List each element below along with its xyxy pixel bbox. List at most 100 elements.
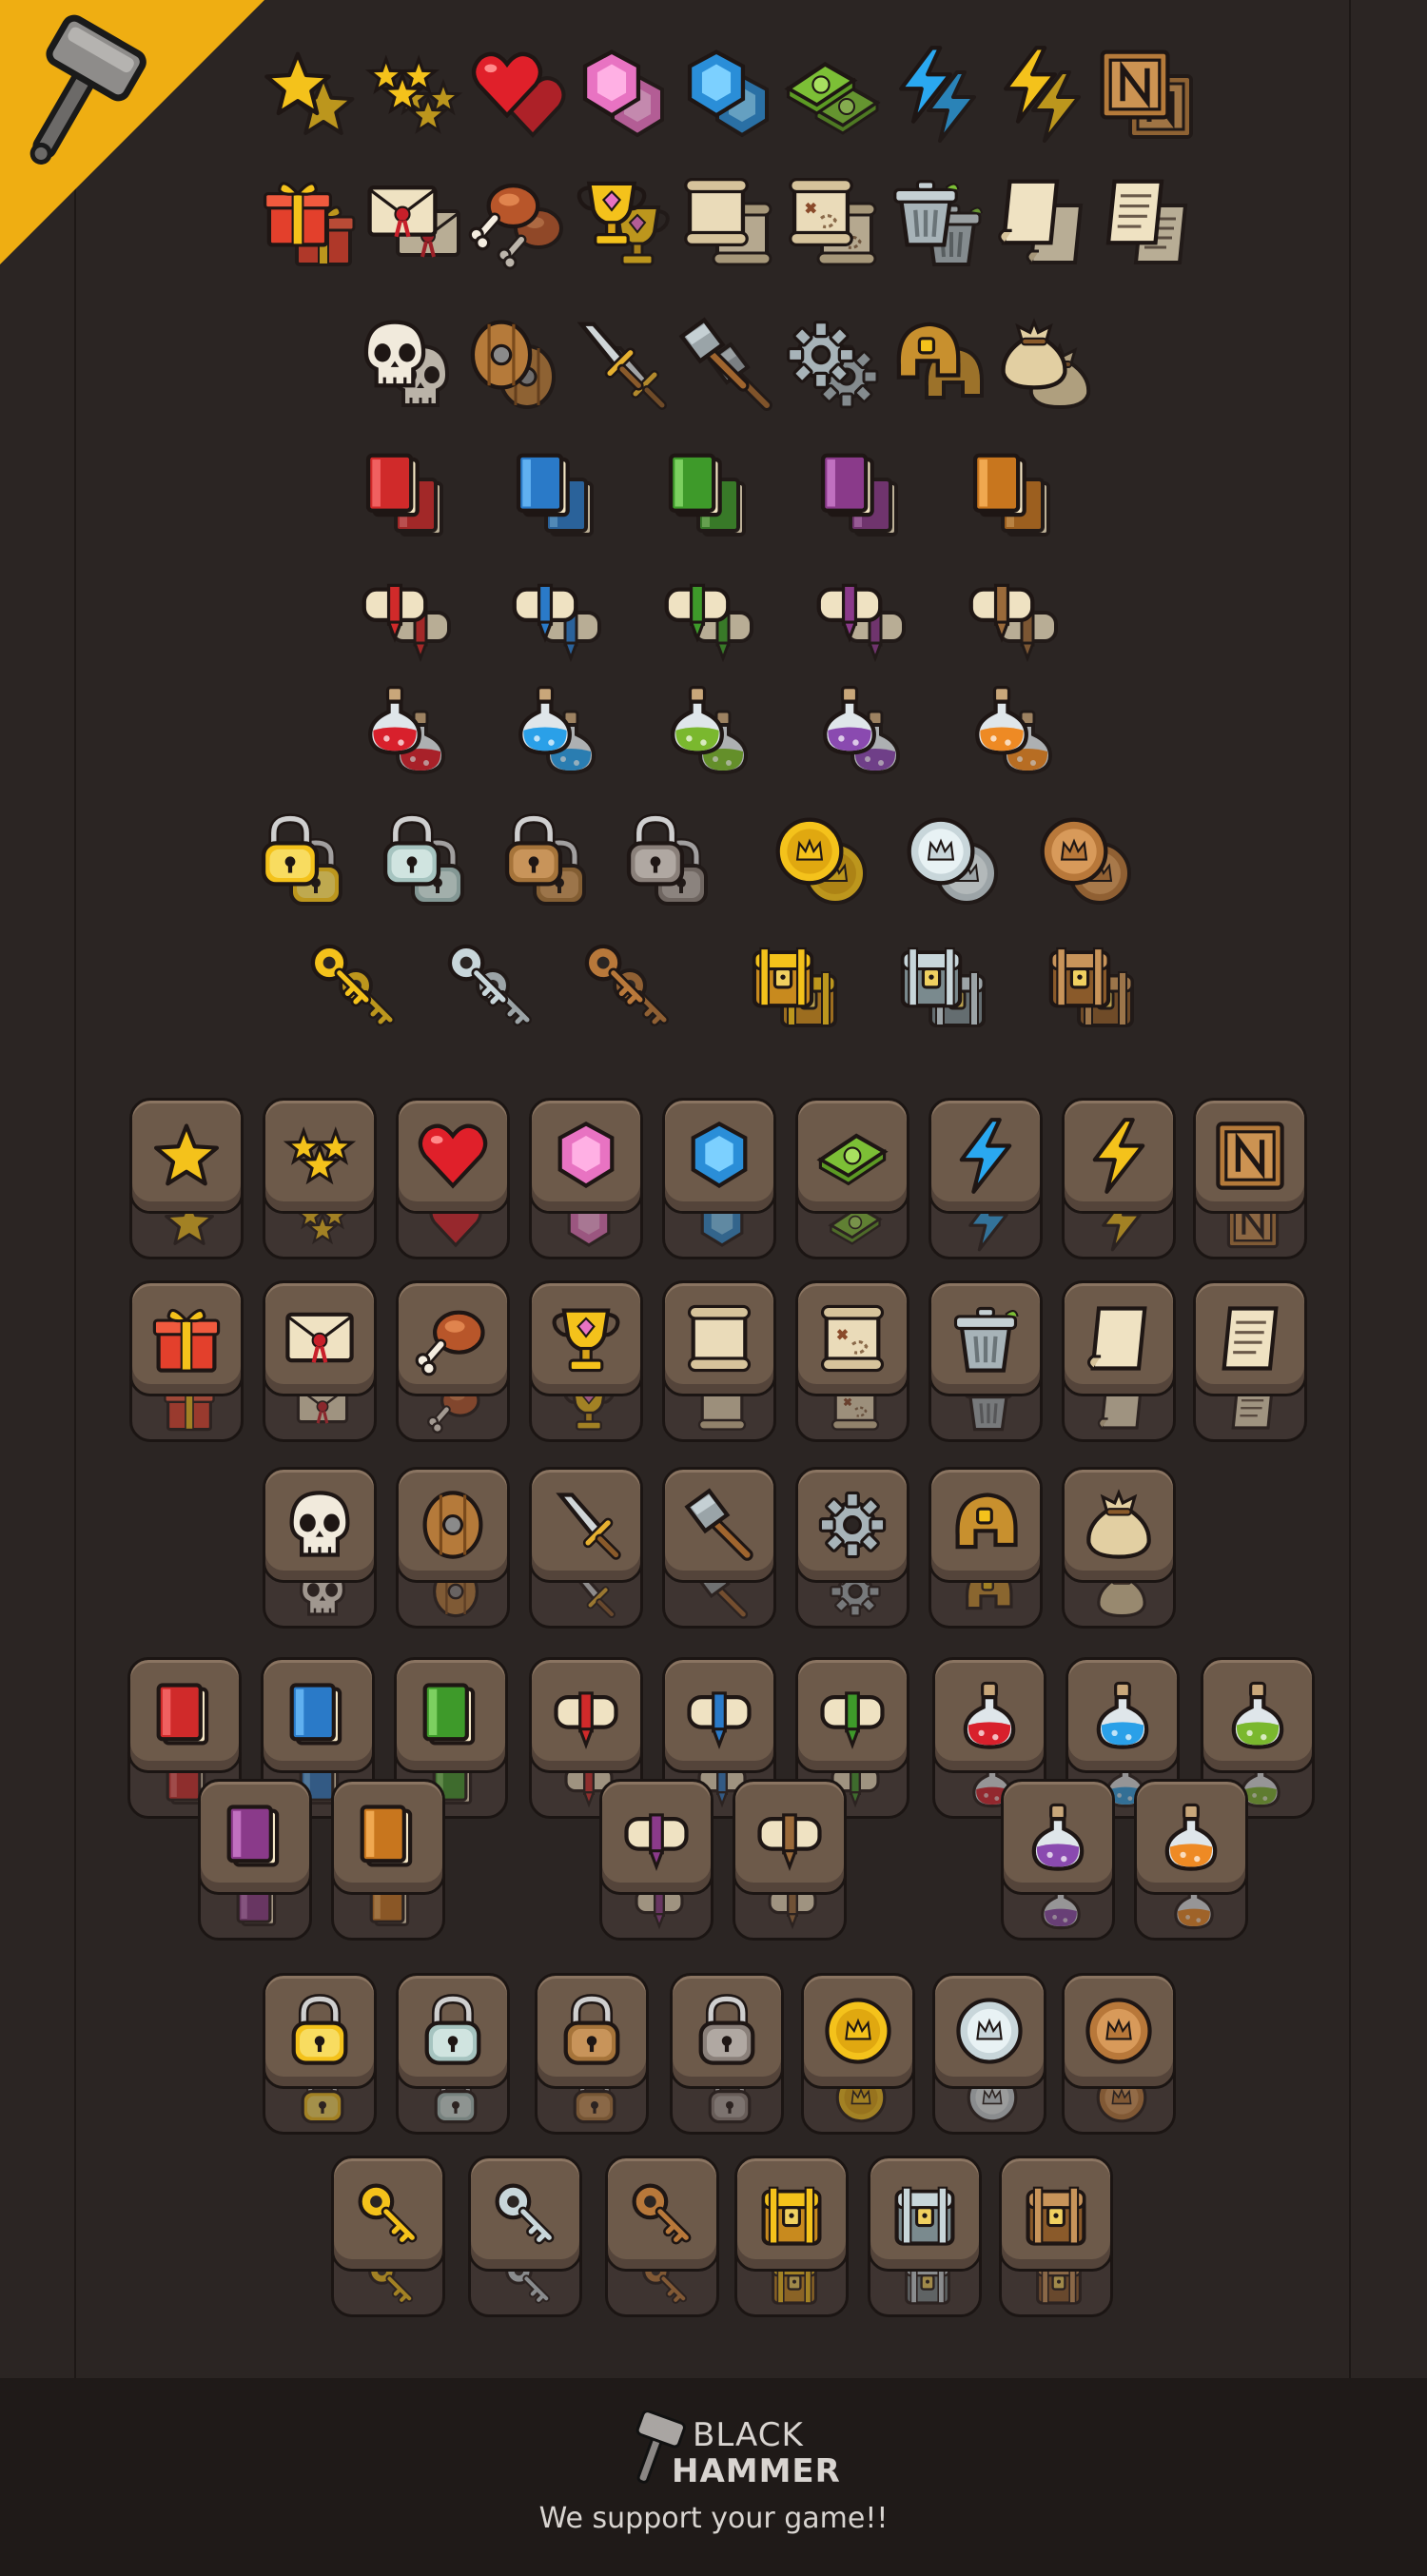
yellow-lightning-icon <box>989 44 1100 148</box>
tile-skull <box>263 1467 377 1629</box>
tile-purple-potion <box>1001 1779 1115 1941</box>
gold-lock-icon <box>249 810 360 915</box>
green-book-icon <box>411 1675 491 1755</box>
tile-gold-key <box>331 2156 445 2317</box>
wooden-crate-icon <box>1094 44 1204 148</box>
tile-heart <box>396 1098 510 1259</box>
star-icon <box>147 1116 226 1196</box>
yellow-lightning-icon <box>1079 1116 1159 1196</box>
tile-cash <box>795 1098 909 1259</box>
purple-ribbon-scroll-icon <box>616 1797 696 1877</box>
tile-sealed-letter <box>263 1280 377 1442</box>
tile-bronze-key <box>605 2156 719 2317</box>
tile-blue-lightning <box>929 1098 1043 1259</box>
tile-gear <box>795 1467 909 1629</box>
hammer-icon <box>679 1485 759 1565</box>
gold-chest-icon <box>742 934 852 1039</box>
skull-icon <box>280 1485 360 1565</box>
blue-book-icon <box>278 1675 358 1755</box>
wooden-crate-icon <box>1210 1116 1290 1196</box>
blue-lightning-icon <box>946 1116 1026 1196</box>
purple-potion-icon <box>1018 1797 1098 1877</box>
tile-silver-coin <box>932 1973 1046 2135</box>
brand-name-top: BLACK <box>693 2416 804 2454</box>
brown-ribbon-scroll-icon <box>750 1797 830 1877</box>
purple-book-icon <box>215 1797 295 1877</box>
green-book-icon <box>656 445 767 550</box>
tile-hammer <box>662 1467 776 1629</box>
tagline: We support your game!! <box>538 2502 889 2535</box>
loot-bag-icon <box>993 314 1104 419</box>
tile-brown-ribbon-scroll <box>733 1779 847 1941</box>
skull-icon <box>354 314 464 419</box>
three-stars-icon <box>280 1116 360 1196</box>
tile-loot-bag <box>1062 1467 1176 1629</box>
meat-drumstick-icon <box>466 171 577 276</box>
tile-bronze-lock <box>535 1973 649 2135</box>
silver-lock-icon <box>371 810 481 915</box>
sword-icon <box>546 1485 626 1565</box>
star-icon <box>257 44 367 148</box>
red-book-icon <box>354 445 464 550</box>
blue-gem-icon <box>675 44 786 148</box>
corner-hammer-icon <box>13 13 156 175</box>
orange-book-icon <box>348 1797 428 1877</box>
brand-name-bottom: HAMMER <box>672 2452 841 2490</box>
tile-bronze-chest <box>999 2156 1113 2317</box>
gift-box-icon <box>147 1298 226 1378</box>
wooden-shield-icon <box>413 1485 493 1565</box>
silver-coin-icon <box>900 810 1010 915</box>
tile-silver-lock <box>396 1973 510 2135</box>
tile-silver-key <box>468 2156 582 2317</box>
tile-bronze-coin <box>1062 1973 1176 2135</box>
bronze-lock-icon <box>552 1991 632 2071</box>
green-potion-icon <box>1218 1675 1298 1755</box>
treasure-map-icon <box>780 171 890 276</box>
heart-icon <box>466 44 577 148</box>
gift-box-icon <box>257 171 367 276</box>
tile-helmet <box>929 1467 1043 1629</box>
trophy-icon <box>546 1298 626 1378</box>
green-potion-icon <box>656 679 767 784</box>
sealed-letter-icon <box>362 171 472 276</box>
bronze-key-icon <box>575 934 685 1039</box>
tile-pink-gem <box>529 1098 643 1259</box>
purple-ribbon-scroll-icon <box>809 567 919 672</box>
tile-silver-chest <box>868 2156 982 2317</box>
tile-orange-book <box>331 1779 445 1941</box>
meat-drumstick-icon <box>413 1298 493 1378</box>
silver-key-icon <box>485 2174 565 2254</box>
purple-book-icon <box>809 445 919 550</box>
bronze-coin-icon <box>1079 1991 1159 2071</box>
blue-ribbon-scroll-icon <box>504 567 615 672</box>
gold-key-icon <box>348 2174 428 2254</box>
tile-yellow-lightning <box>1062 1098 1176 1259</box>
gold-lock-icon <box>280 1991 360 2071</box>
red-ribbon-scroll-icon <box>546 1675 626 1755</box>
blue-potion-icon <box>504 679 615 784</box>
gold-coin-icon <box>769 810 879 915</box>
tile-trash-can <box>929 1280 1043 1442</box>
pink-gem-icon <box>571 44 681 148</box>
bronze-lock-icon <box>493 810 603 915</box>
right-edge-line <box>1349 0 1351 2378</box>
sealed-letter-icon <box>280 1298 360 1378</box>
silver-key-icon <box>438 934 548 1039</box>
blue-potion-icon <box>1083 1675 1163 1755</box>
scroll-icon <box>675 171 786 276</box>
scroll-icon <box>679 1298 759 1378</box>
helmet-icon <box>887 314 997 419</box>
tile-purple-book <box>198 1779 312 1941</box>
tile-wooden-crate <box>1193 1098 1307 1259</box>
tile-scroll <box>662 1280 776 1442</box>
silver-chest-icon <box>885 2174 965 2254</box>
paper-scroll-icon <box>1079 1298 1159 1378</box>
tile-treasure-map <box>795 1280 909 1442</box>
silver-coin-icon <box>949 1991 1029 2071</box>
trophy-icon <box>571 171 681 276</box>
purple-potion-icon <box>809 679 919 784</box>
blue-book-icon <box>504 445 615 550</box>
bronze-chest-icon <box>1039 934 1149 1039</box>
tile-written-scroll <box>1193 1280 1307 1442</box>
red-potion-icon <box>354 679 464 784</box>
